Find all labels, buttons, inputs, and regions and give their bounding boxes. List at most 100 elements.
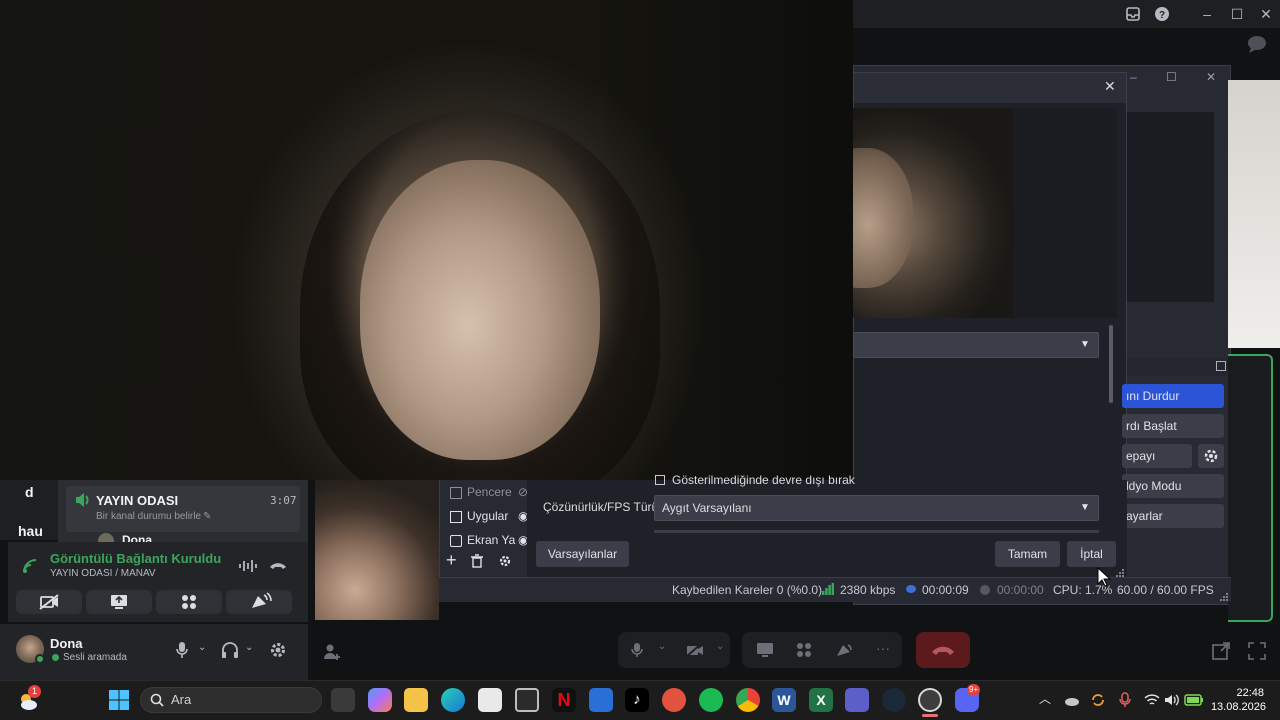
secondary-camera-tile[interactable] — [315, 480, 439, 620]
onedrive-icon[interactable] — [1064, 692, 1080, 708]
resolution-select[interactable]: Aygıt Varsayılanı ▼ — [654, 495, 1099, 521]
minimize-icon[interactable]: – — [1197, 4, 1217, 24]
copilot-icon[interactable] — [368, 688, 392, 712]
mouse-cursor-icon — [1097, 567, 1111, 587]
stop-stream-button[interactable]: ını Durdur — [1122, 384, 1224, 408]
inbox-icon[interactable] — [1123, 4, 1143, 24]
unity-hub-icon[interactable] — [515, 688, 539, 712]
soundboard-icon[interactable] — [836, 642, 854, 658]
teams-icon[interactable] — [845, 688, 869, 712]
obs-maximize-icon[interactable]: ☐ — [1166, 70, 1177, 84]
chevron-down-icon[interactable]: ⌄ — [245, 642, 253, 653]
source-item[interactable]: Pencere ⊘ — [448, 485, 532, 505]
spotify-icon[interactable] — [699, 688, 723, 712]
taskbar-search-input[interactable]: Ara — [140, 687, 322, 713]
activities-button[interactable] — [156, 590, 222, 614]
activities-icon[interactable] — [796, 642, 812, 658]
trash-icon[interactable] — [470, 554, 484, 568]
office-app-icon[interactable] — [662, 688, 686, 712]
pop-out-icon[interactable] — [1212, 642, 1230, 660]
hang-up-button[interactable] — [916, 632, 970, 668]
start-virtualcam-button[interactable]: ерayı Başlat — [1122, 444, 1192, 487]
obs-studio-icon[interactable] — [918, 688, 942, 712]
ok-button[interactable]: Tamam — [995, 541, 1060, 567]
user-settings-icon[interactable] — [269, 641, 287, 659]
microphone-icon[interactable] — [175, 641, 189, 659]
microphone-icon[interactable] — [630, 642, 644, 658]
username[interactable]: Dona — [50, 636, 83, 651]
fullscreen-icon[interactable] — [1248, 642, 1266, 660]
clock-time[interactable]: 22:48 — [1228, 687, 1264, 699]
connection-location[interactable]: YAYIN ODASI / MANAV — [50, 568, 156, 579]
netflix-icon[interactable]: N — [552, 688, 576, 712]
dialog-close-icon[interactable]: ✕ — [1104, 78, 1120, 96]
obs-close-icon[interactable]: ✕ — [1206, 70, 1216, 84]
excel-icon[interactable]: X — [809, 688, 833, 712]
resize-grip-icon[interactable] — [1220, 593, 1228, 601]
obs-minimize-icon[interactable]: – — [1130, 70, 1137, 84]
screen-share-button[interactable] — [86, 590, 152, 614]
channel-status-placeholder[interactable]: Bir kanal durumu belirle — [96, 511, 201, 522]
disconnect-icon[interactable] — [268, 558, 288, 574]
settings-button[interactable]: ayarlar — [1122, 504, 1224, 528]
defaults-button[interactable]: Varsayılanlar — [536, 541, 629, 567]
sync-icon[interactable] — [1090, 692, 1106, 708]
more-options-icon[interactable]: ··· — [876, 640, 890, 656]
volume-icon[interactable] — [1164, 692, 1180, 708]
pencil-icon[interactable]: ✎ — [203, 511, 211, 522]
window-icon — [450, 487, 462, 499]
weather-icon[interactable]: 1 — [16, 685, 41, 712]
server-icon[interactable]: hau — [18, 523, 43, 539]
participant-video-tile[interactable] — [1228, 80, 1280, 348]
gear-icon[interactable] — [498, 554, 512, 568]
tiktok-icon[interactable]: ♪ — [625, 688, 649, 712]
edge-browser-icon[interactable] — [441, 688, 465, 712]
headphones-icon[interactable] — [221, 641, 239, 659]
source-item[interactable]: Ekran Ya ◉ — [448, 533, 532, 553]
camera-toggle-button[interactable] — [16, 590, 82, 614]
chevron-down-icon[interactable]: ⌄ — [198, 642, 206, 653]
obs-scrollbar[interactable] — [1109, 325, 1113, 403]
cancel-button[interactable]: İptal — [1067, 541, 1116, 567]
task-view-icon[interactable] — [331, 688, 355, 712]
discord-icon[interactable]: 9+ — [955, 684, 981, 712]
windows-start-icon[interactable] — [108, 689, 130, 711]
chat-bubble-icon[interactable] — [1246, 34, 1268, 54]
channel-row[interactable]: YAYIN ODASI 3:07 Bir kanal durumu belirl… — [66, 486, 300, 532]
help-icon[interactable]: ? — [1152, 4, 1172, 24]
screen-share-icon[interactable] — [756, 642, 774, 658]
file-explorer-icon[interactable] — [404, 688, 428, 712]
hide-disable-checkbox[interactable] — [655, 475, 665, 485]
tray-microphone-icon[interactable] — [1118, 692, 1132, 708]
server-icon[interactable]: d — [25, 484, 34, 500]
noise-suppression-icon[interactable] — [238, 558, 258, 574]
chrome-icon[interactable] — [736, 688, 760, 712]
speaking-video-tile[interactable] — [1228, 354, 1273, 622]
battery-icon[interactable] — [1184, 693, 1204, 707]
connection-status[interactable]: Görüntülü Bağlantı Kuruldu — [50, 551, 221, 566]
wifi-icon[interactable] — [1144, 692, 1160, 708]
affinity-icon[interactable] — [589, 688, 613, 712]
maximize-icon[interactable]: ☐ — [1227, 4, 1247, 24]
avatar[interactable] — [16, 635, 45, 664]
word-icon[interactable]: W — [772, 688, 796, 712]
chevron-down-icon[interactable]: ⌄ — [658, 641, 666, 652]
clock-date[interactable]: 13.08.2026 — [1206, 701, 1266, 713]
chevron-down-icon[interactable]: ⌄ — [716, 641, 724, 652]
resize-grip-icon[interactable] — [1116, 569, 1124, 577]
soundboard-button[interactable] — [226, 590, 292, 614]
source-item[interactable]: Uygular ◉ — [448, 509, 532, 529]
studio-mode-button[interactable]: ldyo Modu — [1122, 474, 1224, 498]
add-source-icon[interactable]: + — [446, 551, 462, 569]
obs-device-select[interactable]: ▼ — [853, 332, 1099, 358]
camera-off-icon[interactable] — [686, 642, 704, 658]
start-recording-button[interactable]: rdı Başlat — [1122, 414, 1224, 438]
dock-float-icon[interactable] — [1216, 361, 1226, 371]
virtualcam-settings-icon[interactable] — [1198, 444, 1224, 468]
steam-icon[interactable] — [882, 688, 906, 712]
close-icon[interactable]: ✕ — [1256, 4, 1276, 24]
tray-overflow-icon[interactable]: ︿ — [1039, 690, 1051, 707]
resolution-label: Çözünürlük/FPS Türü — [543, 500, 659, 514]
microsoft-store-icon[interactable] — [478, 688, 502, 712]
add-person-icon[interactable] — [322, 642, 342, 662]
